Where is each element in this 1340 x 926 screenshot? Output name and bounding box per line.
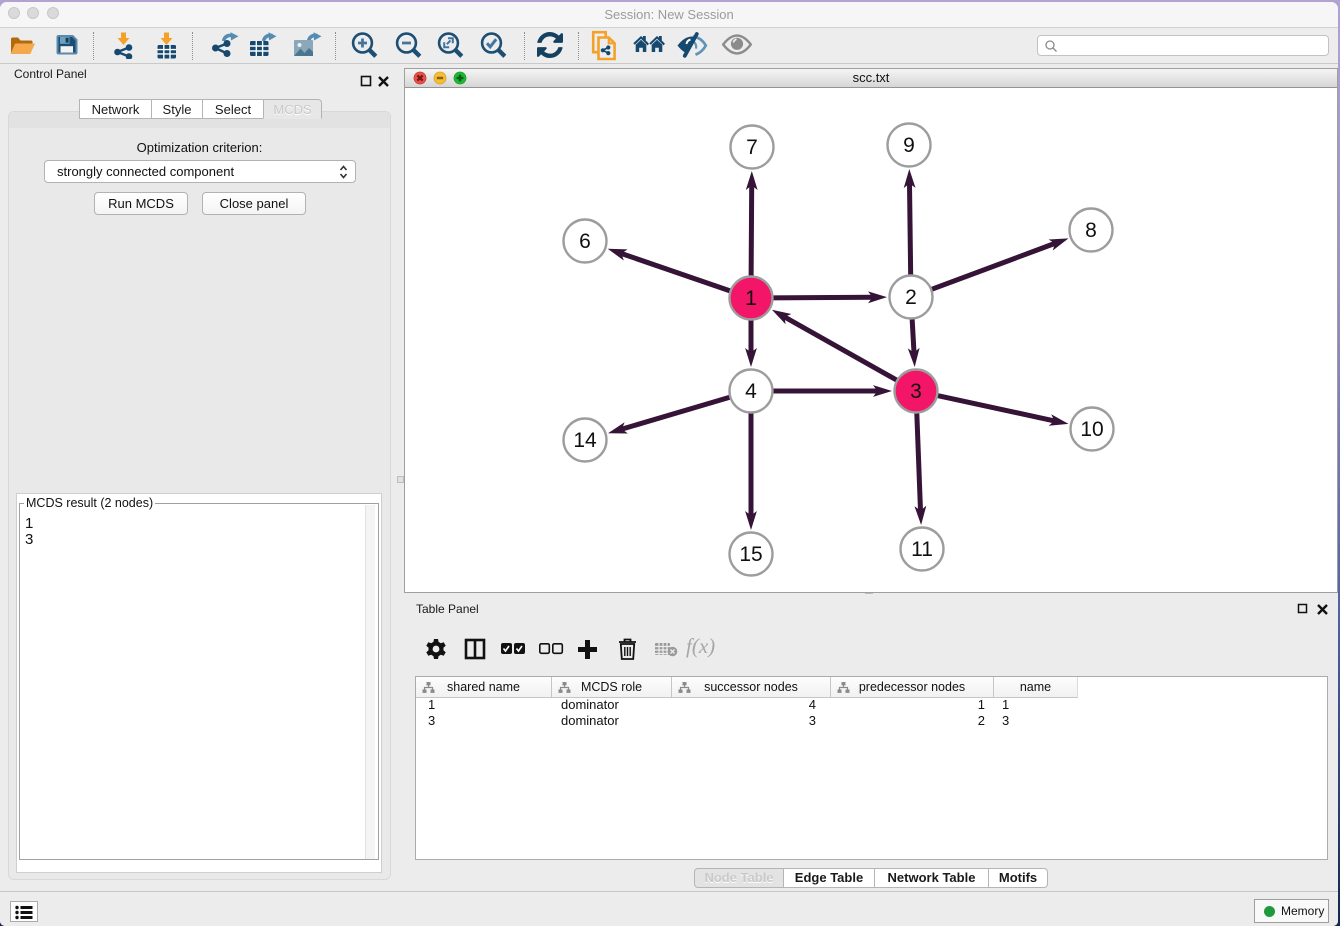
svg-text:10: 10 [1080, 418, 1103, 441]
svg-text:2: 2 [905, 286, 917, 309]
svg-text:6: 6 [579, 230, 591, 253]
svg-text:3: 3 [910, 380, 922, 403]
svg-text:14: 14 [573, 429, 597, 452]
svg-text:4: 4 [745, 380, 757, 403]
svg-text:7: 7 [746, 136, 758, 159]
svg-text:11: 11 [911, 538, 933, 561]
svg-text:9: 9 [903, 134, 915, 157]
svg-text:8: 8 [1085, 219, 1097, 242]
svg-text:15: 15 [739, 543, 762, 566]
svg-text:1: 1 [745, 287, 757, 310]
